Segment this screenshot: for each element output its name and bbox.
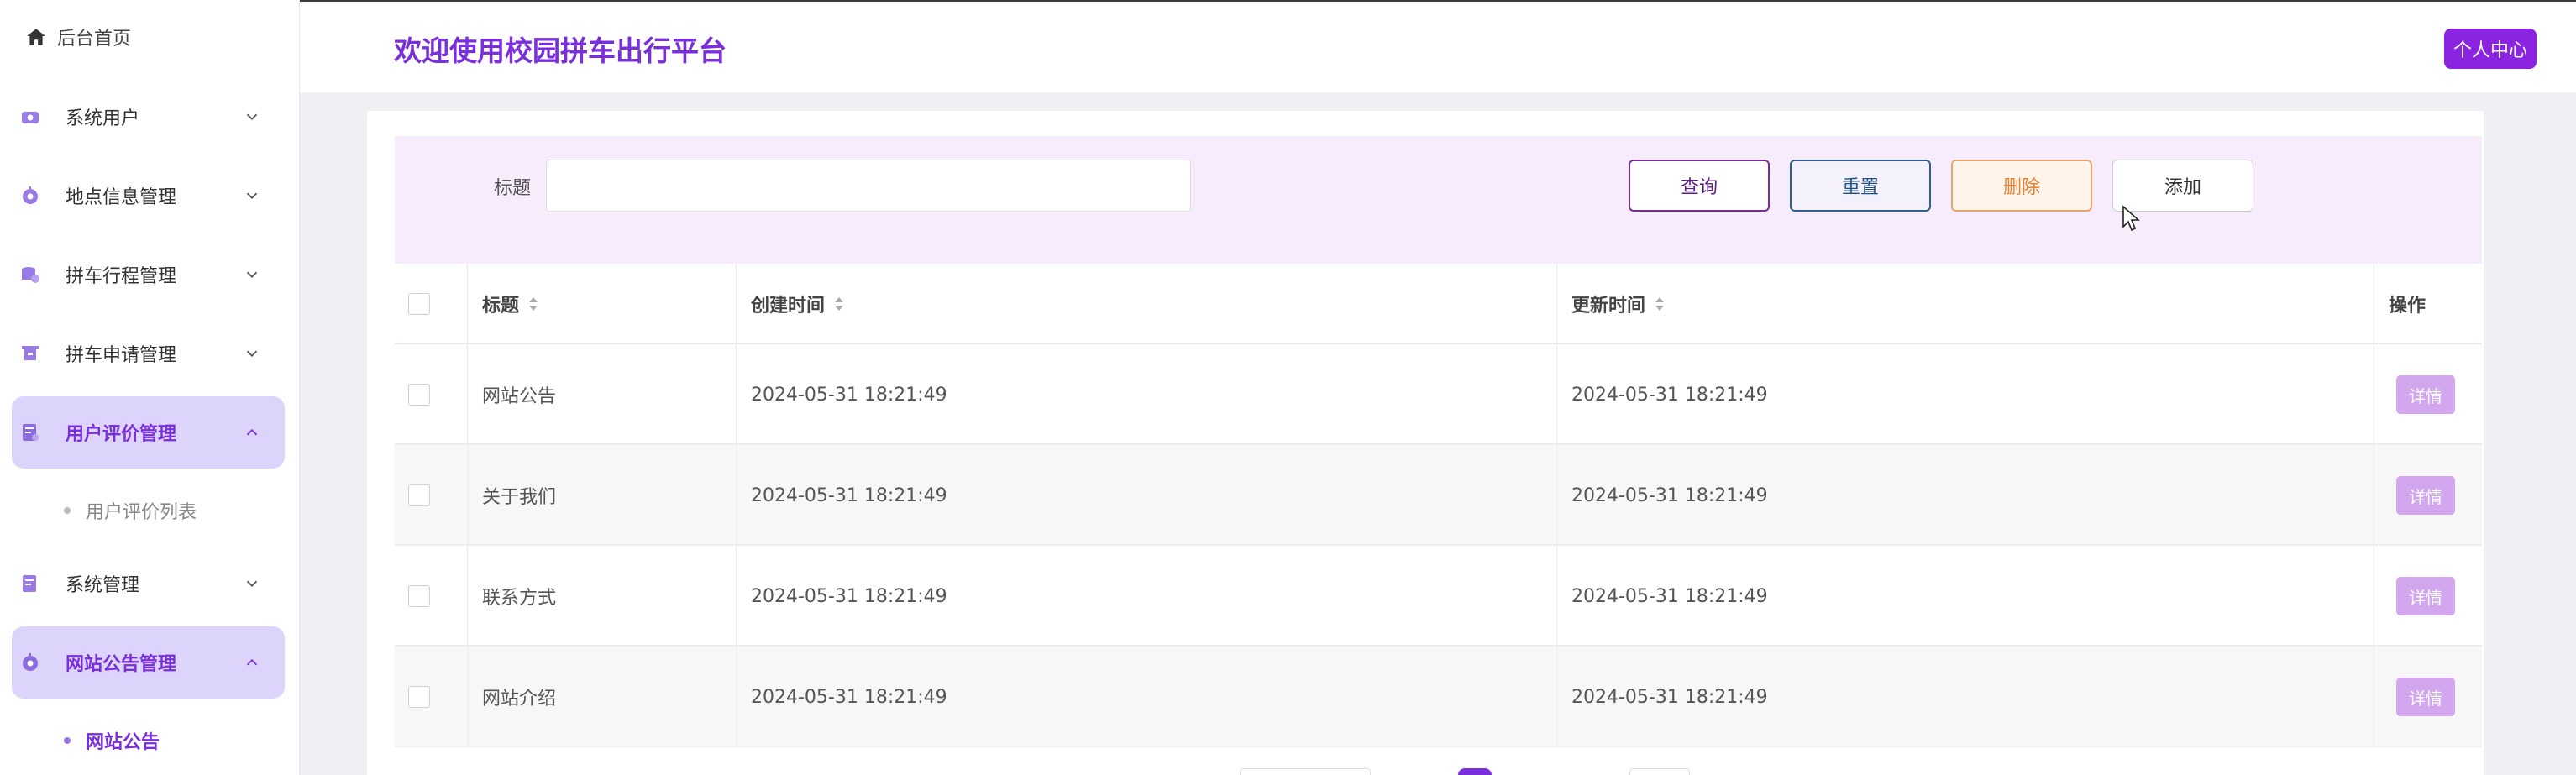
chevron-down-icon — [246, 271, 258, 279]
column-header-label: 标题 — [482, 296, 520, 317]
table-row: 关于我们 2024-05-31 18:21:49 2024-05-31 18:2… — [395, 445, 2482, 546]
sidebar-item-label: 网站公告管理 — [66, 654, 177, 675]
sidebar-item-application-management[interactable]: 拼车申请管理 — [12, 317, 285, 390]
column-header-created[interactable]: 创建时间 — [751, 264, 845, 344]
sort-icon — [529, 297, 538, 311]
delete-button[interactable]: 删除 — [1951, 160, 2092, 212]
reset-button[interactable]: 重置 — [1790, 160, 1931, 212]
sidebar: 后台首页 系统用户 地点信息管理 拼车行程管理 拼车申请管理 用户评价管理 用户… — [0, 0, 300, 775]
chevron-down-icon — [246, 113, 258, 121]
column-header-updated[interactable]: 更新时间 — [1571, 264, 1666, 344]
column-divider — [1556, 264, 1557, 747]
cell-title: 关于我们 — [482, 487, 557, 508]
sidebar-item-label: 系统管理 — [66, 575, 140, 596]
sidebar-item-label: 用户评价管理 — [66, 424, 177, 445]
sort-icon — [835, 297, 844, 311]
sidebar-item-review-management[interactable]: 用户评价管理 — [12, 396, 285, 469]
table-header: 标题 创建时间 更新时间 操作 — [395, 264, 2482, 344]
sidebar-subitem-label: 网站公告 — [86, 732, 160, 753]
cell-updated: 2024-05-31 18:21:49 — [1571, 585, 1768, 607]
detail-button[interactable]: 详情 — [2396, 577, 2455, 615]
mouse-cursor-icon — [2122, 205, 2140, 232]
home-icon — [27, 29, 45, 45]
bullet-icon — [64, 737, 71, 744]
column-header-actions: 操作 — [2389, 296, 2426, 317]
table-row: 网站公告 2024-05-31 18:21:49 2024-05-31 18:2… — [395, 344, 2482, 445]
column-header-label: 更新时间 — [1571, 296, 1646, 317]
bullet-icon — [64, 507, 71, 514]
sidebar-subitem-review-list[interactable]: 用户评价列表 — [64, 497, 197, 524]
cell-updated: 2024-05-31 18:21:49 — [1571, 686, 1768, 708]
location-icon — [23, 186, 38, 204]
row-checkbox[interactable] — [408, 484, 430, 506]
sidebar-subitem-label: 用户评价列表 — [86, 502, 197, 523]
sort-icon — [1655, 297, 1665, 311]
chevron-down-icon — [246, 350, 258, 358]
table-row: 联系方式 2024-05-31 18:21:49 2024-05-31 18:2… — [395, 546, 2482, 647]
column-divider — [736, 264, 737, 747]
detail-button[interactable]: 详情 — [2396, 476, 2455, 515]
column-header-title[interactable]: 标题 — [482, 264, 539, 344]
announcement-table: 标题 创建时间 更新时间 操作 网站公告 2024-05-31 18:21:49… — [395, 264, 2482, 747]
detail-button[interactable]: 详情 — [2396, 678, 2455, 716]
row-checkbox[interactable] — [408, 585, 430, 607]
sidebar-item-trip-management[interactable]: 拼车行程管理 — [12, 238, 285, 311]
home-label: 后台首页 — [57, 29, 132, 50]
profile-center-button[interactable]: 个人中心 — [2444, 29, 2537, 69]
sidebar-subitem-announcement[interactable]: 网站公告 — [64, 727, 160, 754]
page-jump-input[interactable] — [1629, 768, 1690, 775]
chevron-down-icon — [246, 580, 258, 588]
page-size-select[interactable] — [1240, 768, 1371, 775]
users-icon — [22, 112, 39, 123]
chevron-down-icon — [246, 192, 258, 200]
row-checkbox[interactable] — [408, 384, 430, 406]
current-page-indicator[interactable] — [1458, 768, 1492, 775]
application-icon — [22, 346, 39, 360]
title-search-label: 标题 — [494, 178, 532, 199]
cell-title: 网站介绍 — [482, 689, 557, 710]
page-title: 欢迎使用校园拼车出行平台 — [394, 34, 727, 67]
chevron-up-icon — [246, 428, 258, 436]
sidebar-home-link[interactable]: 后台首页 — [25, 22, 131, 52]
sidebar-item-label: 拼车申请管理 — [66, 345, 177, 366]
system-icon — [23, 575, 36, 592]
add-button[interactable]: 添加 — [2112, 160, 2253, 212]
query-button[interactable]: 查询 — [1629, 160, 1770, 212]
cell-created: 2024-05-31 18:21:49 — [751, 384, 947, 406]
table-row: 网站介绍 2024-05-31 18:21:49 2024-05-31 18:2… — [395, 647, 2482, 747]
row-checkbox[interactable] — [408, 686, 430, 708]
sidebar-item-system-users[interactable]: 系统用户 — [12, 81, 285, 153]
detail-button[interactable]: 详情 — [2396, 375, 2455, 414]
cell-updated: 2024-05-31 18:21:49 — [1571, 384, 1768, 406]
sidebar-item-location-management[interactable]: 地点信息管理 — [12, 160, 285, 232]
review-icon — [23, 424, 39, 441]
select-all-checkbox[interactable] — [408, 293, 430, 315]
cell-created: 2024-05-31 18:21:49 — [751, 686, 947, 708]
column-header-label: 创建时间 — [751, 296, 826, 317]
sidebar-item-announcement-management[interactable]: 网站公告管理 — [12, 626, 285, 699]
cell-updated: 2024-05-31 18:21:49 — [1571, 484, 1768, 506]
trip-icon — [22, 267, 39, 283]
cell-created: 2024-05-31 18:21:49 — [751, 585, 947, 607]
sidebar-item-label: 系统用户 — [66, 108, 140, 129]
sidebar-item-system-management[interactable]: 系统管理 — [12, 547, 285, 620]
cell-title: 网站公告 — [482, 386, 557, 407]
chevron-up-icon — [246, 658, 258, 666]
top-header: 欢迎使用校园拼车出行平台 — [300, 2, 2576, 92]
sidebar-item-label: 拼车行程管理 — [66, 266, 177, 287]
sidebar-item-label: 地点信息管理 — [66, 187, 177, 208]
cell-title: 联系方式 — [482, 588, 557, 609]
announcement-icon — [23, 653, 38, 671]
column-divider — [467, 264, 468, 747]
title-search-input[interactable] — [546, 160, 1191, 212]
cell-created: 2024-05-31 18:21:49 — [751, 484, 947, 506]
